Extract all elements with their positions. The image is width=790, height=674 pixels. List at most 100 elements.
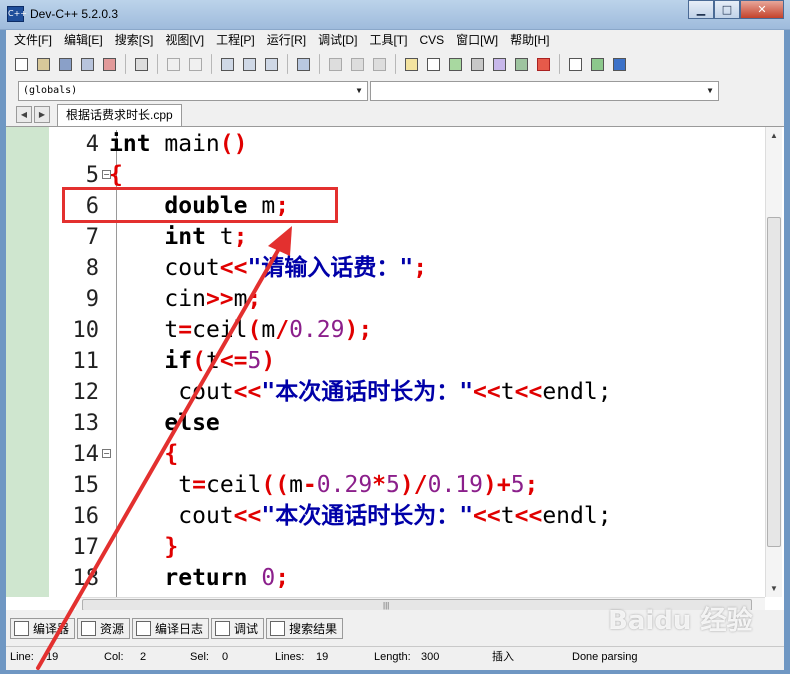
menu-view[interactable]: 视图[V] bbox=[159, 30, 210, 50]
new-project-icon[interactable] bbox=[566, 55, 585, 74]
syntax-check-icon[interactable] bbox=[490, 55, 509, 74]
tab-compiler[interactable]: 编译器 bbox=[10, 618, 76, 639]
menu-tools[interactable]: 工具[T] bbox=[363, 30, 413, 50]
code-line-14: { bbox=[164, 441, 179, 467]
chart-icon[interactable] bbox=[512, 55, 531, 74]
redo-icon[interactable] bbox=[186, 55, 205, 74]
annotation-highlight-box bbox=[62, 187, 338, 223]
status-insert-mode: 插入 bbox=[492, 651, 514, 663]
toolbar-separator bbox=[125, 54, 126, 74]
line-number: 12 bbox=[72, 380, 100, 405]
code-line-17: } bbox=[164, 534, 179, 560]
toolbar-separator bbox=[287, 54, 288, 74]
title-bar: C++ Dev-C++ 5.2.0.3 ▁ □ ✕ bbox=[0, 0, 790, 30]
status-line-label: Line: bbox=[10, 651, 34, 663]
code-line-16: cout<<"本次通话时长为："<<t<<endl; bbox=[178, 503, 612, 529]
run-icon[interactable] bbox=[424, 55, 443, 74]
toolbar-separator bbox=[319, 54, 320, 74]
menu-search[interactable]: 搜索[S] bbox=[109, 30, 160, 50]
menu-window[interactable]: 窗口[W] bbox=[450, 30, 504, 50]
goto-line-icon[interactable] bbox=[294, 55, 313, 74]
menu-help[interactable]: 帮助[H] bbox=[504, 30, 555, 50]
line-number: 18 bbox=[72, 566, 100, 591]
chevron-down-icon[interactable]: ▼ bbox=[702, 82, 718, 100]
menu-bar: 文件[F] 编辑[E] 搜索[S] 视图[V] 工程[P] 运行[R] 调试[D… bbox=[6, 30, 784, 50]
status-length-label: Length: bbox=[374, 651, 411, 663]
compile-icon[interactable] bbox=[402, 55, 421, 74]
close-button[interactable]: ✕ bbox=[740, 0, 784, 19]
open-file-icon[interactable] bbox=[34, 55, 53, 74]
tab-resources[interactable]: 资源 bbox=[77, 618, 131, 639]
new-file-icon[interactable] bbox=[12, 55, 31, 74]
find-next-icon[interactable] bbox=[262, 55, 281, 74]
main-window: 文件[F] 编辑[E] 搜索[S] 视图[V] 工程[P] 运行[R] 调试[D… bbox=[6, 30, 784, 670]
line-number: 16 bbox=[72, 504, 100, 529]
status-col-value: 2 bbox=[140, 651, 147, 663]
code-line-4: int main() bbox=[109, 131, 248, 157]
devcpp-app-icon: C++ bbox=[7, 6, 27, 22]
compile-log-icon bbox=[136, 621, 152, 636]
stop-x-icon[interactable] bbox=[534, 55, 553, 74]
maximize-button[interactable]: □ bbox=[714, 0, 740, 19]
status-sel-value: 0 bbox=[222, 651, 229, 663]
code-line-9: cin>>m; bbox=[164, 286, 262, 312]
insert-icon[interactable] bbox=[588, 55, 607, 74]
vertical-scroll-thumb[interactable] bbox=[767, 217, 781, 547]
scroll-down-icon[interactable]: ▼ bbox=[766, 580, 782, 597]
tab-search-results[interactable]: 搜索结果 bbox=[266, 618, 344, 639]
tab-scroll-left-button[interactable]: ◀ bbox=[16, 106, 32, 123]
toolbar-separator bbox=[559, 54, 560, 74]
menu-file[interactable]: 文件[F] bbox=[8, 30, 58, 50]
line-number: 9 bbox=[85, 287, 99, 312]
resources-icon bbox=[81, 621, 97, 636]
close-file-icon[interactable] bbox=[100, 55, 119, 74]
compiler-icon bbox=[14, 621, 29, 636]
line-number: 11 bbox=[72, 349, 100, 374]
window-title: Dev-C++ 5.2.0.3 bbox=[30, 7, 119, 21]
add-to-project-icon[interactable] bbox=[326, 55, 345, 74]
bookmark-icon[interactable] bbox=[610, 55, 629, 74]
status-line-value: 19 bbox=[46, 651, 59, 663]
symbol-combo[interactable]: ▼ bbox=[370, 81, 719, 101]
replace-icon[interactable] bbox=[240, 55, 259, 74]
menu-project[interactable]: 工程[P] bbox=[210, 30, 261, 50]
status-lines-label: Lines: bbox=[275, 651, 305, 663]
status-parse-state: Done parsing bbox=[572, 651, 638, 663]
tab-scroll-right-button[interactable]: ▶ bbox=[34, 106, 50, 123]
menu-cvs[interactable]: CVS bbox=[413, 30, 450, 50]
code-line-11: if(t<=5) bbox=[164, 348, 276, 374]
line-number: 15 bbox=[72, 473, 100, 498]
line-number: 17 bbox=[72, 535, 100, 560]
menu-debug[interactable]: 调试[D] bbox=[312, 30, 363, 50]
tab-compile-log[interactable]: 编译日志 bbox=[132, 618, 210, 639]
chevron-down-icon[interactable]: ▼ bbox=[351, 82, 367, 100]
code-line-18: return 0; bbox=[164, 565, 290, 591]
scope-combo[interactable]: (globals) ▼ bbox=[18, 81, 368, 101]
debug-icon bbox=[215, 621, 231, 636]
vertical-scrollbar[interactable]: ▲ ▼ bbox=[765, 127, 782, 597]
line-number: 4 bbox=[85, 132, 99, 157]
scroll-up-icon[interactable]: ▲ bbox=[766, 127, 782, 144]
print-icon[interactable] bbox=[132, 55, 151, 74]
find-icon[interactable] bbox=[218, 55, 237, 74]
remove-from-project-icon[interactable] bbox=[348, 55, 367, 74]
minimize-button[interactable]: ▁ bbox=[688, 0, 714, 19]
compile-run-icon[interactable] bbox=[446, 55, 465, 74]
tab-file[interactable]: 根据话费求时长.cpp bbox=[57, 104, 182, 126]
toolbar bbox=[6, 51, 784, 77]
line-number: 7 bbox=[85, 225, 99, 250]
breakpoint-gutter[interactable] bbox=[6, 127, 49, 597]
menu-run[interactable]: 运行[R] bbox=[261, 30, 312, 50]
menu-edit[interactable]: 编辑[E] bbox=[58, 30, 109, 50]
tab-debug[interactable]: 调试 bbox=[211, 618, 265, 639]
toolbar-separator bbox=[157, 54, 158, 74]
code-line-7: int t; bbox=[164, 224, 248, 250]
baidu-watermark: Baidu 经验 bbox=[608, 606, 753, 636]
rebuild-all-icon[interactable] bbox=[468, 55, 487, 74]
save-all-icon[interactable] bbox=[78, 55, 97, 74]
project-options-icon[interactable] bbox=[370, 55, 389, 74]
line-number: 8 bbox=[85, 256, 99, 281]
undo-icon[interactable] bbox=[164, 55, 183, 74]
toolbar-separator bbox=[211, 54, 212, 74]
save-icon[interactable] bbox=[56, 55, 75, 74]
